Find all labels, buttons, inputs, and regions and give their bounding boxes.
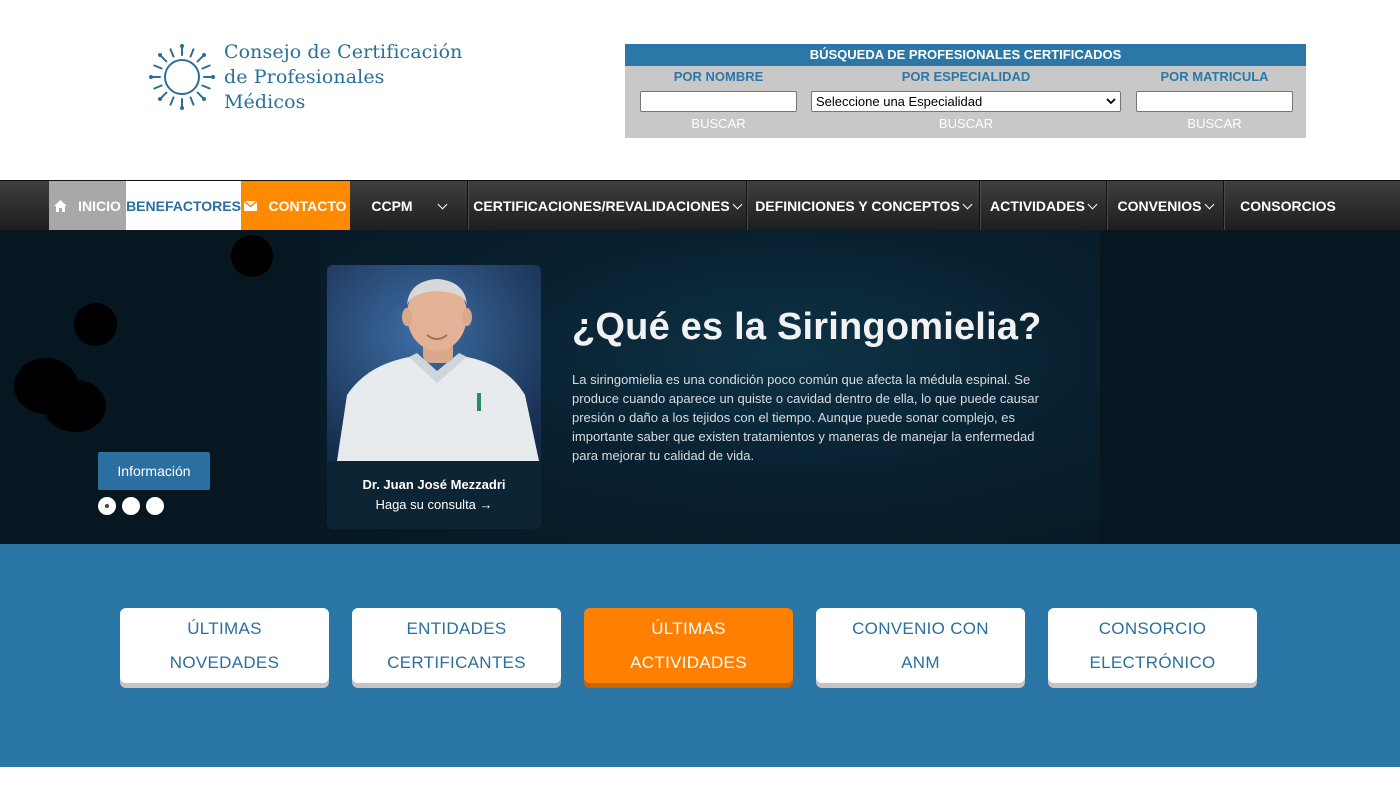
tile-convenio-anm[interactable]: CONVENIO CON ANM [816,608,1025,683]
license-search-button[interactable]: BUSCAR [1187,112,1241,136]
decorative-blob [74,303,117,346]
nav-label-inicio: INICIO [78,197,121,214]
tile-ultimas-novedades[interactable]: ÚLTIMAS NOVEDADES [120,608,329,683]
hero-description: La siringomielia es una condición poco c… [572,372,1039,463]
tile-label: CONSORCIO [1098,618,1207,638]
tile-label: ÚLTIMAS [651,618,726,638]
nav-label-contacto: CONTACTO [268,197,347,214]
tile-label: CONVENIO CON [852,618,989,638]
nav-label-benefactores: BENEFACTORES [126,197,241,214]
name-search-button[interactable]: BUSCAR [691,112,745,136]
search-panel-title: BÚSQUEDA DE PROFESIONALES CERTIFICADOS [625,44,1306,66]
tile-label: ÚLTIMAS [187,618,262,638]
nav-label-convenios: CONVENIOS [1117,197,1202,214]
specialty-search-button[interactable]: BUSCAR [939,112,993,136]
nav-item-convenios[interactable]: CONVENIOS [1107,181,1223,230]
slider-dot-3[interactable] [146,497,164,515]
page: Consejo de Certificación de Profesionale… [0,0,1400,800]
tile-label: ANM [901,652,940,672]
site-logo[interactable]: Consejo de Certificación de Profesionale… [148,40,468,115]
tile-consorcio-electronico[interactable]: CONSORCIO ELECTRÓNICO [1048,608,1257,683]
search-by-name-label: POR NOMBRE [673,69,764,84]
decorative-blob [44,380,106,432]
quick-links-band: ÚLTIMAS NOVEDADES ENTIDADES CERTIFICANTES … [0,544,1400,767]
specialty-select-value: Seleccione una Especialidad [816,94,983,109]
tile-entidades-certificantes[interactable]: ENTIDADES CERTIFICANTES [352,608,561,683]
tile-label: ACTIVIDADES [630,652,747,672]
name-search-input[interactable] [640,91,797,112]
nav-item-definiciones[interactable]: DEFINICIONES Y CONCEPTOS [747,181,979,230]
search-by-name: POR NOMBRE BUSCAR [640,66,797,136]
nav-item-certificaciones[interactable]: CERTIFICACIONES/REVALIDACIONES [468,181,746,230]
chevron-down-icon [1106,98,1116,105]
nav-label-definiciones: DEFINICIONES Y CONCEPTOS [755,197,960,214]
slider-dot-2[interactable] [122,497,140,515]
slider-dot-1[interactable] [98,497,116,515]
logo-line-2: de Profesionales Médicos [224,65,385,113]
chevron-down-icon [437,199,448,209]
search-by-specialty-label: POR ESPECIALIDAD [901,69,1031,84]
doctor-consult-link[interactable]: Haga su consulta → [327,497,541,512]
doctor-photo [327,265,541,461]
nav-label-ccpm: CCPM [371,197,413,214]
nav-label-actividades: ACTIVIDADES [990,197,1085,214]
home-icon [54,199,68,212]
decorative-blob [231,235,273,277]
specialty-select[interactable]: Seleccione una Especialidad [811,91,1121,112]
logo-wordmark: Consejo de Certificación de Profesionale… [224,40,468,115]
nav-item-benefactores[interactable]: BENEFACTORES [126,181,241,230]
tile-label: NOVEDADES [169,652,280,672]
nav-label-certificaciones: CERTIFICACIONES/REVALIDACIONES [473,197,730,214]
tile-label: CERTIFICANTES [387,652,526,672]
nav-item-actividades[interactable]: ACTIVIDADES [980,181,1106,230]
search-by-license: POR MATRICULA BUSCAR [1136,66,1293,136]
chevron-down-icon [962,199,973,209]
search-by-license-label: POR MATRICULA [1160,69,1269,84]
sun-logo-icon [149,44,215,110]
envelope-icon [244,200,258,211]
chevron-down-icon [732,199,743,209]
tile-label: ELECTRÓNICO [1089,652,1216,672]
nav-item-ccpm[interactable]: CCPM [350,181,467,230]
license-search-input[interactable] [1136,91,1293,112]
slider-dots [98,497,164,515]
doctor-card[interactable]: Dr. Juan José Mezzadri Haga su consulta … [327,265,541,529]
information-button[interactable]: Información [98,452,210,490]
chevron-down-icon [1204,199,1214,209]
search-by-specialty: POR ESPECIALIDAD Seleccione una Especial… [811,66,1121,136]
chevron-down-icon [1087,199,1098,209]
nav-label-consorcios: CONSORCIOS [1240,197,1336,214]
hero-title: ¿Qué es la Siringomielia? [572,306,1042,348]
tile-ultimas-actividades[interactable]: ÚLTIMAS ACTIVIDADES [584,608,793,683]
site-header: Consejo de Certificación de Profesionale… [0,0,1400,180]
professional-search-panel: BÚSQUEDA DE PROFESIONALES CERTIFICADOS P… [625,44,1306,138]
main-navigation: INICIO BENEFACTORES CONTACTO CCPM CERTIF… [0,180,1400,230]
nav-item-contacto[interactable]: CONTACTO [241,181,350,230]
nav-item-consorcios[interactable]: CONSORCIOS [1224,181,1352,230]
doctor-name: Dr. Juan José Mezzadri [362,477,506,492]
nav-item-inicio[interactable]: INICIO [49,181,126,230]
hero-slider: Dr. Juan José Mezzadri Haga su consulta … [0,230,1400,544]
tile-label: ENTIDADES [406,618,507,638]
logo-line-1: Consejo de Certificación [224,40,463,63]
